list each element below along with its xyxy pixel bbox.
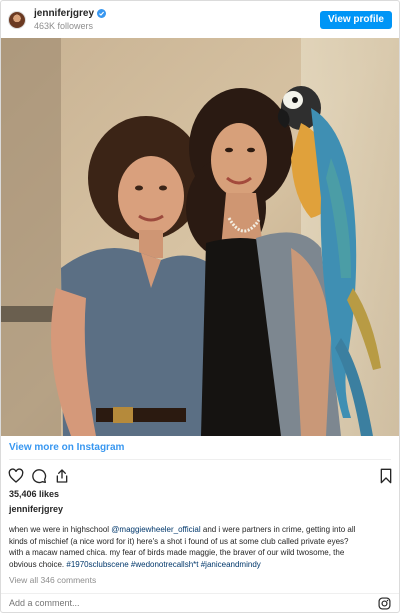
view-all-comments-link[interactable]: View all 346 comments: [9, 575, 96, 585]
view-profile-button[interactable]: View profile: [320, 10, 392, 29]
profile-avatar[interactable]: [8, 10, 26, 29]
caption-line: when we were in highschool @maggiewheele…: [9, 525, 356, 534]
profile-info: jenniferjgrey 463K followers: [34, 8, 107, 32]
divider: [9, 459, 391, 460]
comment-bar: [1, 593, 399, 612]
username-row: jenniferjgrey: [34, 8, 107, 20]
hashtag-link[interactable]: #janiceandmindy: [201, 560, 261, 569]
caption-line: kinds of mischief (a nice word for it) h…: [9, 536, 349, 546]
post-header: jenniferjgrey 463K followers View profil…: [1, 1, 399, 38]
followers-count: 463K followers: [34, 20, 94, 31]
post-caption: when we were in highschool @maggiewheele…: [9, 524, 393, 570]
likes-count[interactable]: 35,406 likes: [9, 489, 59, 499]
caption-username[interactable]: jenniferjgrey: [9, 504, 63, 514]
view-more-link[interactable]: View more on Instagram: [9, 442, 124, 453]
verified-badge-icon: [97, 9, 107, 18]
hashtag-link[interactable]: #wedonotrecallsh*t: [131, 560, 199, 569]
post-photo[interactable]: [1, 38, 399, 436]
instagram-embed-card: jenniferjgrey 463K followers View profil…: [0, 0, 400, 613]
comment-icon[interactable]: [31, 468, 47, 484]
instagram-logo-icon[interactable]: [378, 597, 391, 610]
add-comment-input[interactable]: [9, 598, 309, 608]
heart-icon[interactable]: [8, 468, 24, 484]
hashtag-link[interactable]: #1970sclubscene: [66, 560, 128, 569]
action-bar: [8, 468, 394, 484]
username-link[interactable]: jenniferjgrey: [34, 8, 94, 20]
mention-link[interactable]: @maggiewheeler_official: [111, 525, 200, 534]
share-icon[interactable]: [54, 468, 70, 484]
caption-line: with a macaw named chica. my fear of bir…: [9, 548, 345, 557]
bookmark-icon[interactable]: [378, 468, 394, 484]
caption-line: obvious choice. #1970sclubscene #wedonot…: [9, 559, 261, 569]
